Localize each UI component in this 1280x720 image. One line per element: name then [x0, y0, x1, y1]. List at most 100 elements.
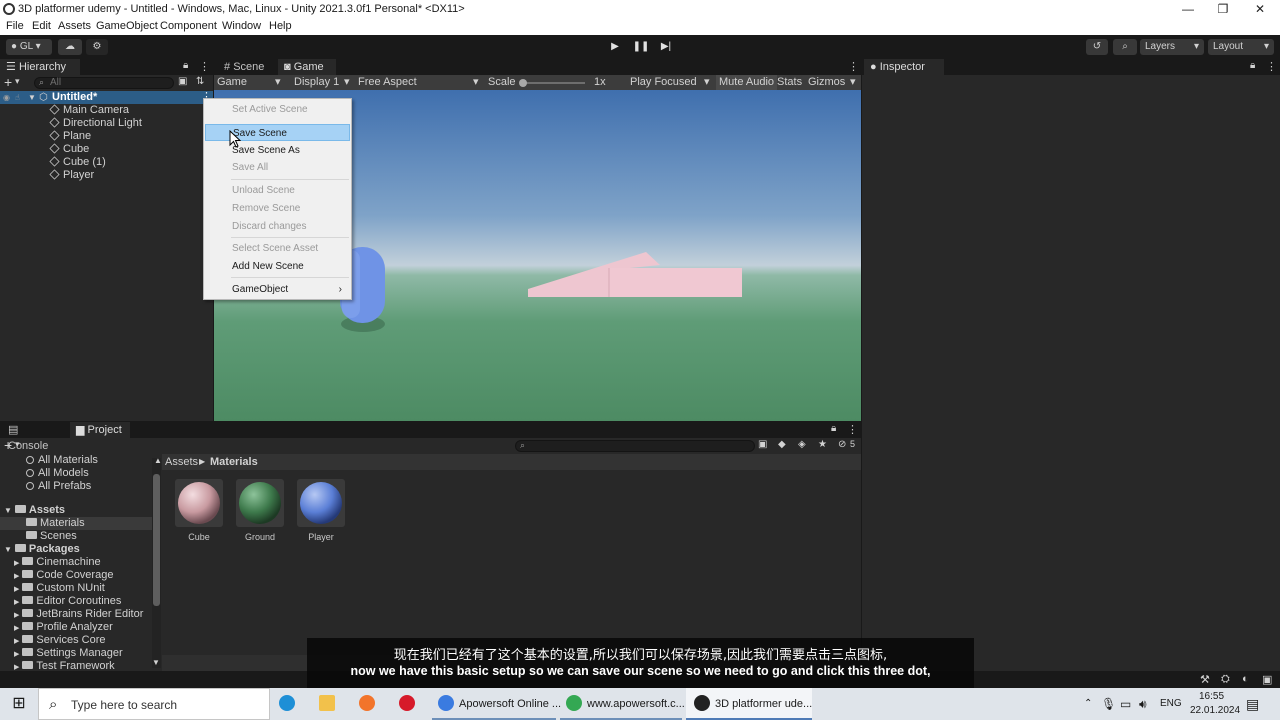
- tree-item-package[interactable]: ▶ Profile Analyzer: [14, 621, 113, 634]
- breadcrumb-materials[interactable]: Materials: [210, 454, 258, 470]
- menu-item-save-scene[interactable]: Save Scene: [205, 124, 350, 141]
- menu-item-set-active-scene[interactable]: Set Active Scene: [205, 101, 350, 118]
- hierarchy-item[interactable]: Plane: [0, 130, 213, 143]
- mute-audio-toggle[interactable]: Mute Audio: [716, 75, 778, 90]
- menu-item-discard-changes[interactable]: Discard changes: [205, 218, 350, 235]
- menu-item-add-new-scene[interactable]: Add New Scene: [205, 258, 350, 275]
- material-asset-player[interactable]: [297, 479, 345, 527]
- step-button[interactable]: ▶|: [654, 39, 678, 55]
- menu-assets[interactable]: Assets: [58, 20, 91, 32]
- favorite-item[interactable]: All Materials: [26, 454, 98, 467]
- gizmos-dropdown[interactable]: Gizmos ▾: [808, 75, 856, 90]
- tree-item-package[interactable]: ▶ Custom NUnit: [14, 582, 105, 595]
- tree-item-package[interactable]: ▶ Code Coverage: [14, 569, 113, 582]
- start-button[interactable]: ⊞: [0, 688, 38, 720]
- hierarchy-item[interactable]: Cube (1): [0, 156, 213, 169]
- menu-gameobject[interactable]: GameObject: [96, 20, 158, 32]
- menu-file[interactable]: File: [6, 20, 24, 32]
- search-by-type-icon[interactable]: ▣: [758, 439, 767, 450]
- breadcrumb-assets[interactable]: Assets: [165, 454, 198, 470]
- search-button[interactable]: ⌕: [1113, 39, 1137, 55]
- play-mode-dropdown[interactable]: Play Focused ▾: [630, 75, 710, 90]
- scroll-down-icon[interactable]: ▼: [152, 658, 160, 667]
- tab-project[interactable]: ▆ Project: [70, 422, 130, 438]
- label-icon[interactable]: ◈: [798, 439, 806, 450]
- menu-item-remove-scene[interactable]: Remove Scene: [205, 200, 350, 217]
- menu-item-gameobject[interactable]: GameObject ›: [205, 281, 350, 298]
- account-dropdown[interactable]: ● GL ▾: [6, 39, 52, 55]
- hierarchy-item[interactable]: Main Camera: [0, 104, 213, 117]
- tree-item-package[interactable]: ▶ JetBrains Rider Editor: [14, 608, 143, 621]
- add-icon[interactable]: +: [4, 74, 12, 90]
- layers-dropdown[interactable]: Layers ▾: [1140, 39, 1204, 55]
- taskbar-app-browser[interactable]: www.apowersoft.c...: [560, 688, 685, 720]
- tab-inspector[interactable]: ● Inspector: [864, 59, 944, 75]
- notification-icon[interactable]: ▤: [1246, 688, 1259, 720]
- tree-scrollbar-thumb[interactable]: [153, 474, 160, 606]
- lock-icon[interactable]: 🔒︎: [183, 60, 188, 71]
- tree-item-package[interactable]: ▶ Settings Manager: [14, 647, 123, 660]
- tab-console[interactable]: ▤ Console: [2, 422, 66, 452]
- collab-status-icon[interactable]: ◐: [1242, 673, 1249, 685]
- lock-icon[interactable]: 🔒︎: [831, 423, 836, 434]
- hierarchy-scene-row[interactable]: ◉ ☝ ▼ ⬡ Untitled* ⋮: [0, 91, 213, 104]
- minimize-button[interactable]: —: [1170, 1, 1206, 18]
- sort-icon[interactable]: ⇅: [196, 76, 204, 87]
- hierarchy-item[interactable]: Cube: [0, 143, 213, 156]
- taskbar-opera[interactable]: [399, 688, 421, 720]
- close-button[interactable]: ✕: [1242, 1, 1278, 18]
- aspect-dropdown[interactable]: Free Aspect ▾: [358, 75, 479, 90]
- chevron-down-icon[interactable]: ▾: [15, 439, 20, 450]
- tab-scene[interactable]: # Scene: [218, 59, 276, 75]
- taskbar-edge[interactable]: [279, 688, 301, 720]
- menu-item-unload-scene[interactable]: Unload Scene: [205, 182, 350, 199]
- tray-chevron-up-icon[interactable]: ⌃: [1084, 688, 1092, 720]
- tree-item-assets[interactable]: ▼ Assets: [4, 504, 65, 517]
- menu-window[interactable]: Window: [222, 20, 261, 32]
- hidden-packages-icon[interactable]: ⊘: [838, 439, 846, 450]
- visibility-icon[interactable]: ◉: [3, 91, 10, 104]
- tree-item-materials[interactable]: Materials: [0, 517, 152, 530]
- tree-item-scenes[interactable]: Scenes: [26, 530, 77, 543]
- scale-slider[interactable]: [519, 79, 585, 87]
- layout-dropdown[interactable]: Layout ▾: [1208, 39, 1274, 55]
- taskbar-search-input[interactable]: ⌕ Type here to search: [38, 688, 270, 720]
- more-options-icon[interactable]: ⋮: [848, 60, 859, 73]
- debug-icon[interactable]: ⚒: [1200, 673, 1210, 686]
- menu-component[interactable]: Component: [160, 20, 217, 32]
- add-icon[interactable]: +: [4, 437, 12, 453]
- scene-visibility-icon[interactable]: ▣: [178, 76, 187, 87]
- display-dropdown[interactable]: Display 1 ▾: [294, 75, 350, 90]
- menu-help[interactable]: Help: [269, 20, 292, 32]
- collab-button[interactable]: ⚙: [86, 39, 108, 55]
- material-asset-cube[interactable]: [175, 479, 223, 527]
- history-button[interactable]: ↺: [1086, 39, 1108, 55]
- pickable-icon[interactable]: ☝: [15, 91, 20, 104]
- progress-icon[interactable]: ⛭: [1221, 673, 1230, 686]
- game-mode-dropdown[interactable]: Game ▾: [217, 75, 281, 90]
- tree-item-package[interactable]: ▶ Cinemachine: [14, 556, 101, 569]
- hierarchy-item[interactable]: Player: [0, 169, 213, 182]
- microphone-icon[interactable]: 🎙︎: [1101, 688, 1116, 720]
- hierarchy-item[interactable]: Directional Light: [0, 117, 213, 130]
- tree-item-package[interactable]: ▶ Services Core: [14, 634, 105, 647]
- more-options-icon[interactable]: ⋮: [199, 60, 210, 73]
- favorite-item[interactable]: All Prefabs: [26, 480, 91, 493]
- project-search-input[interactable]: ⌕: [515, 440, 755, 452]
- taskbar-firefox[interactable]: [359, 688, 381, 720]
- taskbar-app-unity[interactable]: 3D platformer ude...: [686, 688, 812, 720]
- tree-scrollbar[interactable]: ▼: [152, 458, 161, 668]
- settings-icon[interactable]: ▣: [1262, 673, 1272, 686]
- tab-hierarchy[interactable]: ☰ Hierarchy: [0, 59, 80, 75]
- collapse-icon[interactable]: ▲: [154, 453, 162, 469]
- more-options-icon[interactable]: ⋮: [847, 423, 858, 436]
- stats-toggle[interactable]: Stats: [777, 75, 802, 90]
- favorite-icon[interactable]: ★: [818, 439, 827, 450]
- tab-game[interactable]: ◙ Game: [278, 59, 336, 75]
- volume-icon[interactable]: 🔊︎: [1139, 688, 1147, 720]
- menu-edit[interactable]: Edit: [32, 20, 51, 32]
- menu-item-select-scene-asset[interactable]: Select Scene Asset: [205, 240, 350, 257]
- hierarchy-search-input[interactable]: ⌕ All: [34, 77, 174, 89]
- lock-icon[interactable]: 🔒︎: [1250, 60, 1255, 71]
- network-icon[interactable]: ▭: [1120, 688, 1131, 720]
